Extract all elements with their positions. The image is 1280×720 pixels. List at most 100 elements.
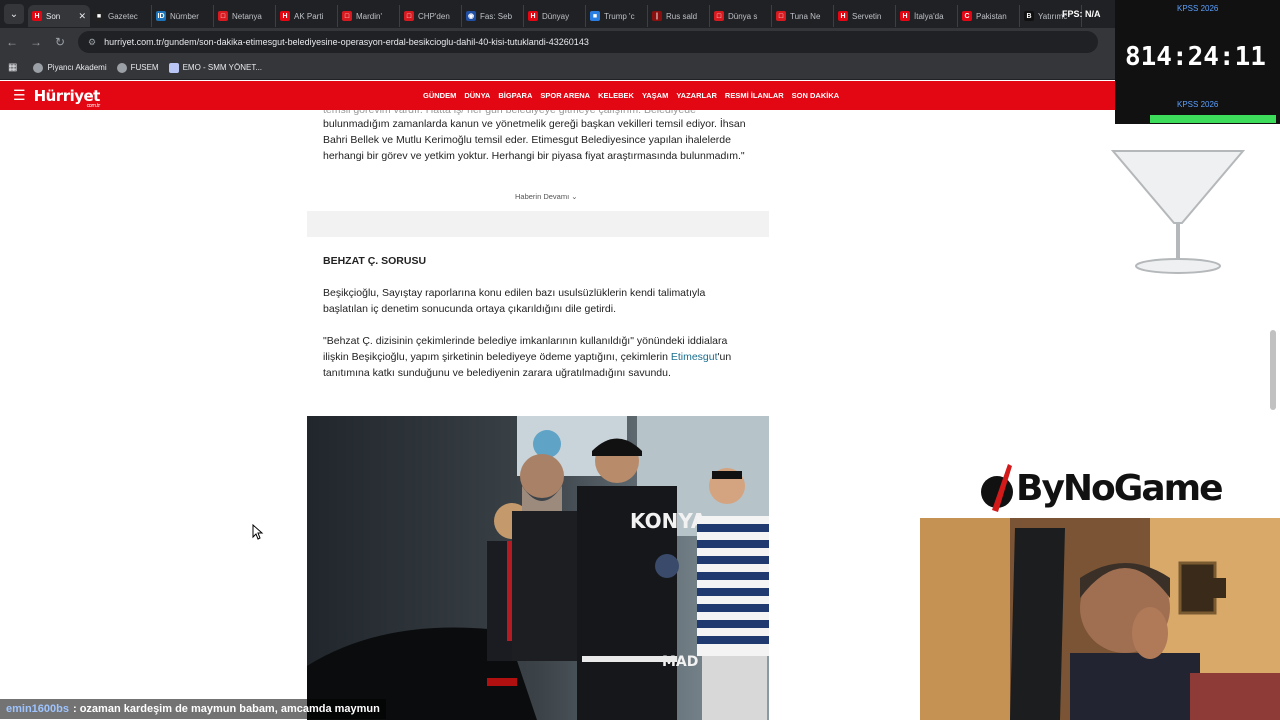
site-logo[interactable]: Hürriyet com.tr <box>34 87 101 109</box>
tab-favicon-icon: H <box>528 11 538 21</box>
apps-grid-icon[interactable]: ▦ <box>8 62 17 73</box>
bynogame-logo-icon <box>981 464 1013 512</box>
bookmark-item[interactable]: FUSEM <box>116 62 159 73</box>
tabs: H Son ✕ ■ Gazetec ID Nürnber □ Netanya H AK Parti □… <box>28 1 1082 27</box>
browser-tab[interactable]: ID Nürnber <box>152 5 214 27</box>
read-more-button[interactable]: Haberin Devamı ⌄ <box>515 192 578 201</box>
browser-tab[interactable]: □ Dünya s <box>710 5 772 27</box>
tab-label: İtalya'da <box>914 11 944 21</box>
etimesgut-link[interactable]: Etimesgut <box>671 351 718 363</box>
tab-label: AK Parti <box>294 11 324 21</box>
browser-tab[interactable]: H Dünyay <box>524 5 586 27</box>
site-header: ☰ Hürriyet com.tr GÜNDEM DÜNYA BİGPARA SPOR … <box>0 81 1115 110</box>
tab-label: CHP'den <box>418 11 450 21</box>
photo-illustration: KONYA MAD <box>307 416 769 720</box>
tab-label: Mardin' <box>356 11 382 21</box>
bookmark-item[interactable]: Piyancı Akademi <box>33 62 107 73</box>
browser-tab[interactable]: H Servetin <box>834 5 896 27</box>
countdown-timer: 814:24:11 <box>1125 42 1266 72</box>
nav-item[interactable]: SON DAKİKA <box>792 91 840 100</box>
webcam-illustration <box>920 518 1280 720</box>
nav-item[interactable]: SPOR ARENA <box>540 91 590 100</box>
tab-label: Servetin <box>852 11 882 21</box>
article-paragraph: bulunmadığım zamanlarda kanun ve yönetme… <box>323 118 746 162</box>
browser-tab[interactable]: | Rus sald <box>648 5 710 27</box>
bynogame-logo: ByNoGame <box>978 460 1224 516</box>
close-tab-icon[interactable]: ✕ <box>78 11 86 22</box>
martini-glass-image <box>1110 145 1250 282</box>
striped-shirt <box>697 516 769 656</box>
globe-icon <box>33 62 44 73</box>
browser-tab[interactable]: H Son ✕ <box>28 5 90 27</box>
menu-icon[interactable]: ☰ <box>13 87 26 104</box>
tab-favicon-icon: H <box>900 11 910 21</box>
kpss-label: KPSS 2026 <box>1177 100 1219 109</box>
kpss-label: KPSS 2026 <box>1177 4 1219 13</box>
address-bar[interactable]: ⚙ hurriyet.com.tr/gundem/son-dakika-etim… <box>78 31 1098 53</box>
bookmark-label: Piyancı Akademi <box>47 63 107 72</box>
chat-message: emin1600bs : ozaman kardeşim de maymun b… <box>0 699 386 719</box>
tab-favicon-icon: ◉ <box>466 11 476 21</box>
page-scrollbar[interactable] <box>1270 330 1276 410</box>
tab-search-button[interactable]: ⌄ <box>4 4 24 24</box>
mouse-cursor-icon <box>252 523 264 545</box>
nav-item[interactable]: BİGPARA <box>498 91 532 100</box>
article-paragraph: Beşikçioğlu, Sayıştay raporlarına konu e… <box>323 287 706 315</box>
logo-sub: com.tr <box>86 102 101 109</box>
nav-item[interactable]: KELEBEK <box>598 91 634 100</box>
site-nav: GÜNDEM DÜNYA BİGPARA SPOR ARENA KELEBEK YAŞAM… <box>423 81 847 110</box>
glass-icon <box>1110 150 1246 274</box>
bookmark-item[interactable]: EMO - SMM YÖNET... <box>168 62 262 73</box>
ad-placeholder <box>307 211 769 237</box>
browser-tab[interactable]: ■ Gazetec <box>90 5 152 27</box>
browser-tab[interactable]: □ Netanya <box>214 5 276 27</box>
browser-tab[interactable]: □ CHP'den <box>400 5 462 27</box>
tab-label: Gazetec <box>108 11 138 21</box>
browser-tab[interactable]: □ Mardin' <box>338 5 400 27</box>
tab-label: Pakistan <box>976 11 1007 21</box>
tab-favicon-icon: □ <box>776 11 786 21</box>
site-info-icon[interactable]: ⚙ <box>88 37 96 48</box>
nav-item[interactable]: GÜNDEM <box>423 91 456 100</box>
browser-toolbar: ← → ↻ ⚙ hurriyet.com.tr/gundem/son-dakik… <box>0 28 1280 56</box>
nav-item[interactable]: YAZARLAR <box>676 91 717 100</box>
browser-tab[interactable]: ■ Trump 'c <box>586 5 648 27</box>
tab-favicon-icon: ■ <box>590 11 600 21</box>
nav-item[interactable]: RESMİ İLANLAR <box>725 91 784 100</box>
tab-label: Nürnber <box>170 11 199 21</box>
globe-icon <box>116 62 127 73</box>
tab-favicon-icon: ■ <box>94 11 104 21</box>
article-photo: KONYA MAD <box>307 416 769 720</box>
tab-favicon-icon: H <box>32 11 42 21</box>
nav-item[interactable]: YAŞAM <box>642 91 668 100</box>
webcam-feed <box>920 518 1280 720</box>
browser-tab[interactable]: ◉ Fas: Seb <box>462 5 524 27</box>
article-subheading: BEHZAT Ç. SORUSU <box>323 255 427 267</box>
bookmark-label: FUSEM <box>130 63 159 72</box>
reload-button[interactable]: ↻ <box>48 35 72 49</box>
read-more-label: Haberin Devamı <box>515 192 570 201</box>
tab-label: Son <box>46 11 61 21</box>
para-text: "Behzat Ç. dizisinin çekimlerinde beledi… <box>323 335 728 363</box>
tab-favicon-icon: H <box>838 11 848 21</box>
chevron-down-icon: ⌄ <box>571 192 578 201</box>
tab-favicon-icon: | <box>652 11 662 21</box>
browser-tab[interactable]: H İtalya'da <box>896 5 958 27</box>
tab-favicon-icon: H <box>280 11 290 21</box>
browser-tab[interactable]: H AK Parti <box>276 5 338 27</box>
tab-favicon-icon: □ <box>218 11 228 21</box>
bookmarks-bar: ▦ Piyancı Akademi FUSEM EMO - SMM YÖNET.… <box>0 56 1280 80</box>
tab-favicon-icon: ID <box>156 11 166 21</box>
tab-label: Tuna Ne <box>790 11 821 21</box>
nav-item[interactable]: DÜNYA <box>464 91 490 100</box>
browser-tab[interactable]: □ Tuna Ne <box>772 5 834 27</box>
browser-tab[interactable]: C Pakistan <box>958 5 1020 27</box>
chat-username: emin1600bs <box>6 703 69 715</box>
tab-favicon-icon: C <box>962 11 972 21</box>
back-button[interactable]: ← <box>0 35 24 49</box>
tab-label: Fas: Seb <box>480 11 513 21</box>
tab-favicon-icon: B <box>1024 11 1034 21</box>
tab-label: Dünyay <box>542 11 570 21</box>
forward-button[interactable]: → <box>24 35 48 49</box>
progress-bar <box>1150 115 1276 123</box>
